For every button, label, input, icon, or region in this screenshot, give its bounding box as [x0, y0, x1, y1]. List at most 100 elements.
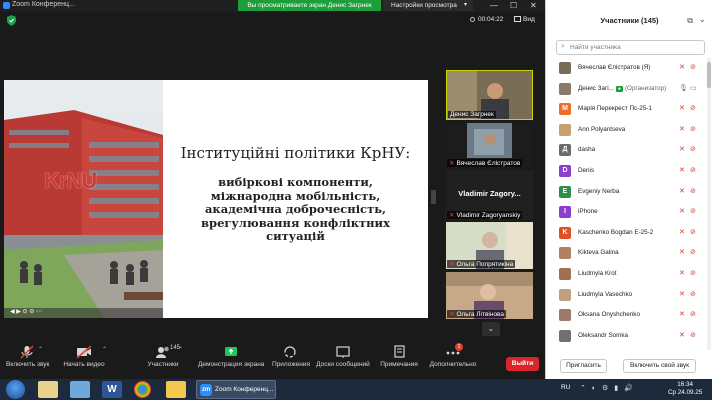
participant-row[interactable]: E Evgeniy Nerba ✕ ⊘ [546, 182, 706, 202]
muted-mic-icon: ✕ [679, 105, 685, 113]
slide-bullet: вибіркові компоненти, [218, 175, 373, 189]
video-tile[interactable]: ✕ Ольга Попрятикіна [446, 222, 533, 269]
participant-row[interactable]: IiPhone ✕ ⊘ [546, 202, 706, 222]
participant-name-area: Oksana Onyshchenko [578, 311, 640, 318]
invite-button[interactable]: Пригласить [560, 359, 607, 373]
participant-name: Liudmyla Krot [578, 270, 617, 277]
avatar [559, 268, 571, 280]
close-window-icon[interactable]: ✕ [530, 0, 537, 11]
muted-mic-icon: ✕ [679, 125, 685, 133]
participant-row[interactable]: Kikteva Galina ✕ ⊘ [546, 243, 706, 263]
start-button[interactable] [6, 380, 25, 399]
meeting-timer: 00:04:22 [470, 16, 503, 23]
collapse-arrow[interactable] [431, 190, 436, 204]
participant-row[interactable]: Oksana Onyshchenko ✕ ⊘ [546, 305, 706, 325]
avatar: М [559, 103, 571, 116]
slide-controls[interactable]: ◀ ▶ ⊙ ⊝ ⋯ [10, 308, 42, 315]
more-label: Дополнительно [429, 361, 477, 368]
shield-icon[interactable] [7, 15, 16, 26]
minimize-window-icon[interactable]: — [490, 0, 498, 11]
notes-button[interactable]: Примечания [378, 343, 420, 368]
participant-row[interactable]: М Марія Перекрест Пс-25-1 ✕ ⊘ [546, 99, 706, 119]
video-off-icon: ⊘ [690, 311, 696, 319]
participant-name: Марія Перекрест Пс-25-1 [578, 105, 652, 113]
whiteboards-button[interactable]: Доски сообщений [316, 343, 370, 368]
participant-row[interactable]: Дdasha ✕ ⊘ [546, 140, 706, 160]
participant-name: Liudmyla Vasechko [578, 290, 633, 298]
tile-name-text: Ольга Попрятикіна [456, 261, 514, 268]
muted-mic-icon: ✕ [449, 311, 455, 318]
popout-icon[interactable]: ⧉ [687, 16, 693, 26]
maximize-window-icon[interactable]: ☐ [510, 0, 517, 11]
participant-name-area: Kaschenko Bogdan Е-25-2 [578, 229, 653, 236]
scrollbar[interactable] [707, 58, 711, 350]
chrome-icon[interactable] [134, 381, 151, 398]
share-screen-button[interactable]: Демонстрация экрана [198, 343, 264, 368]
video-tile[interactable]: Vladimir Zagory... ✕ Vladimir Zagoryanski… [446, 170, 533, 220]
minimize-icon[interactable]: ⌄ [698, 14, 706, 25]
participant-row[interactable]: Вячеслав Єлістратов (Я) ✕ ⊘ [546, 58, 706, 78]
caret-up-icon[interactable]: ⌃ [178, 346, 183, 353]
start-video-button[interactable]: Начать видео ⌃ [62, 343, 107, 368]
video-off-icon: ⊘ [690, 125, 696, 133]
system-tray[interactable]: ⌃ ◐ ⚙ ▮ 🔊 [580, 384, 635, 392]
participant-row[interactable]: K Kaschenko Bogdan Е-25-2 ✕ ⊘ [546, 223, 706, 243]
language-indicator[interactable]: RU [561, 384, 570, 391]
participant-row[interactable]: Liudmyla Krot ✕ ⊘ [546, 264, 706, 284]
scrollbar-thumb[interactable] [707, 62, 711, 88]
chevron-down-icon[interactable]: ⌄ [482, 322, 500, 336]
more-button[interactable]: 1 Дополнительно [428, 343, 478, 368]
whiteboard-icon [336, 346, 350, 358]
clock[interactable]: 16:34 Ср 24.09.25 [668, 381, 702, 397]
meeting-toolbar: Включить звук ⌃ Начать видео ⌃ 145 Участ… [0, 341, 545, 379]
shared-slide: KrNU ◀ ▶ ⊙ ⊝ ⋯ Інституційні політики КрН… [4, 80, 428, 318]
explorer-icon[interactable] [38, 381, 58, 398]
folder-icon[interactable] [166, 381, 186, 398]
participant-name-area: Liudmyla Krot [578, 270, 617, 277]
apps-button[interactable]: Приложения [272, 343, 311, 368]
participant-row[interactable]: Денис Загі... ● (Организатор) 🎙 ▭ [546, 79, 706, 99]
muted-mic-icon: ✕ [449, 261, 455, 268]
video-off-icon: ⊘ [690, 208, 696, 216]
participant-row[interactable]: Ann Polyantseva ✕ ⊘ [546, 120, 706, 140]
video-off-icon: ⊘ [690, 249, 696, 257]
slide-bullet: ситуацій [266, 229, 325, 243]
view-button[interactable]: Вид [514, 16, 535, 23]
participant-name: Oksana Onyshchenko [578, 311, 640, 319]
avatar [559, 62, 571, 74]
taskbar: W zm Zoom Конференц... RU ⌃ ◐ ⚙ ▮ 🔊 16:3… [0, 379, 712, 400]
participant-name: Kaschenko Bogdan Е-25-2 [578, 228, 654, 236]
paint-icon[interactable] [70, 381, 90, 398]
word-icon[interactable]: W [102, 381, 122, 398]
participant-row[interactable]: Liudmyla Vasechko ✕ ⊘ [546, 285, 706, 305]
caret-up-icon[interactable]: ⌃ [38, 346, 43, 353]
video-off-icon: ⊘ [690, 167, 696, 174]
tile-name: ✕ Вячеслав Єлістратов [447, 159, 523, 167]
apps-label: Приложения [272, 361, 311, 368]
search-input[interactable] [570, 42, 700, 53]
view-settings-button[interactable]: Настройки просмотра ▾ [383, 0, 473, 11]
participant-row[interactable]: D Denis ✕ ⊘ [546, 161, 706, 181]
participant-row[interactable]: Oleksandr Somka ✕ ⊘ [546, 326, 706, 346]
participant-name-area: Denis [578, 167, 594, 174]
more-badge: 1 [455, 343, 463, 351]
participants-button[interactable]: 145 Участники ⌃ [142, 343, 184, 368]
participant-name: Kikteva Galina [578, 249, 619, 257]
caret-up-icon[interactable]: ⌃ [102, 346, 107, 353]
notes-icon [394, 345, 405, 358]
leave-meeting-button[interactable]: Выйти [506, 357, 539, 371]
host-badge: ● [615, 85, 623, 92]
search-box: ⌕ [556, 40, 705, 55]
timer-text: 00:04:22 [478, 16, 504, 23]
slide-bullet: академічна доброчесність, [204, 202, 386, 216]
muted-mic-icon: ✕ [679, 311, 685, 319]
video-tile[interactable]: Денис Загрнек [446, 70, 533, 120]
video-tile[interactable]: ✕ Вячеслав Єлістратов [446, 123, 533, 168]
video-tile[interactable]: ✕ Ольга Літвінова [446, 272, 533, 319]
unmute-button[interactable]: Включить звук ⌃ [6, 343, 49, 368]
zoom-taskbar-button[interactable]: zm Zoom Конференц... [196, 380, 276, 399]
participant-name-area: Oleksandr Somka [578, 332, 628, 339]
participant-name-area: dasha [578, 146, 595, 153]
participant-name: iPhone [578, 208, 598, 216]
unmute-self-button[interactable]: Включить свой звук [623, 359, 696, 373]
